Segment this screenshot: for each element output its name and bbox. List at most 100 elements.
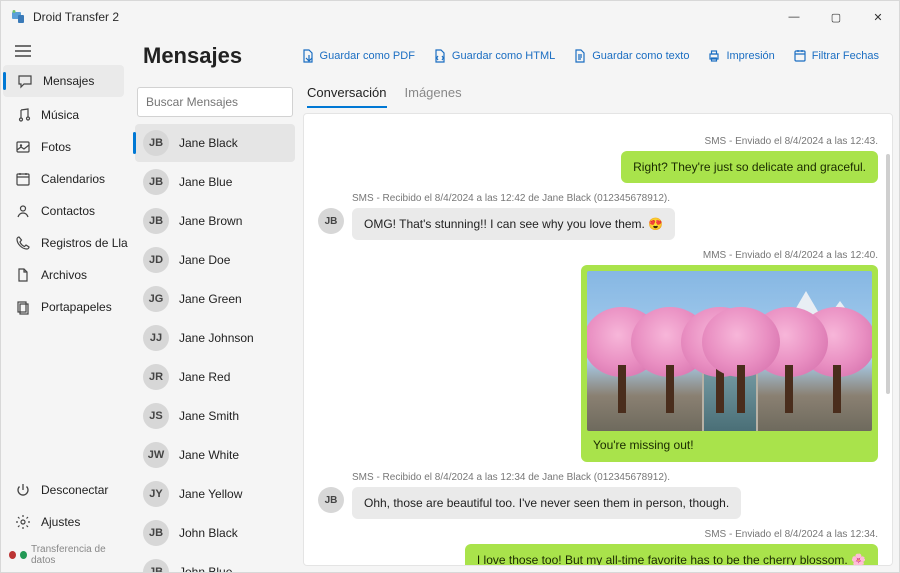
- tabs: Conversación Imágenes: [303, 77, 893, 109]
- message-row: JBOMG! That's stunning!! I can see why y…: [318, 208, 878, 240]
- scrollbar[interactable]: [886, 154, 890, 394]
- status-dot-2: [20, 551, 27, 559]
- message-meta: SMS - Recibido el 8/4/2024 a las 12:34 d…: [352, 472, 878, 483]
- mms-bubble: You're missing out!: [581, 265, 878, 462]
- sidebar-item-label: Contactos: [41, 204, 95, 218]
- window-minimize[interactable]: —: [773, 1, 815, 33]
- contact-item[interactable]: JB John Black: [135, 514, 295, 552]
- contact-name: Jane Johnson: [179, 331, 254, 345]
- avatar: JY: [143, 481, 169, 507]
- sidebar-item-label: Fotos: [41, 140, 71, 154]
- sidebar-item-label: Archivos: [41, 268, 87, 282]
- avatar: JG: [143, 286, 169, 312]
- contact-item[interactable]: JR Jane Red: [135, 358, 295, 396]
- conversation-panel: Conversación Imágenes SMS - Enviado el 8…: [303, 77, 893, 566]
- sidebar-item-label: Calendarios: [41, 172, 105, 186]
- message-meta: SMS - Enviado el 8/4/2024 a las 12:43.: [318, 136, 878, 147]
- mms-caption: You're missing out!: [587, 431, 872, 456]
- sidebar-item-desconectar[interactable]: Desconectar: [1, 474, 128, 506]
- print-icon: [707, 49, 721, 63]
- message-row: JBOhh, those are beautiful too. I've nev…: [318, 487, 878, 519]
- contact-item[interactable]: JBJohn Blue: [135, 553, 295, 572]
- topbar: Mensajes Guardar como PDFGuardar como HT…: [129, 33, 899, 73]
- toolbar-filtrar-fechas[interactable]: Filtrar Fechas: [787, 45, 885, 67]
- contacts-panel: JB Jane Black JB Jane Blue JBJane BrownJDJan…: [129, 73, 299, 572]
- status-row: Transferencia de datos: [1, 538, 128, 572]
- sidebar-item-música[interactable]: Música: [1, 99, 128, 131]
- app-icon: [11, 9, 27, 25]
- html-icon: [433, 49, 447, 63]
- photos-icon: [15, 139, 31, 155]
- toolbar-guardar-como-pdf[interactable]: Guardar como PDF: [295, 45, 421, 67]
- hamburger-icon[interactable]: [1, 39, 128, 63]
- tab-conversation[interactable]: Conversación: [307, 85, 387, 108]
- settings-icon: [15, 514, 31, 530]
- sidebar-item-contactos[interactable]: Contactos: [1, 195, 128, 227]
- contacts-icon: [15, 203, 31, 219]
- sidebar-item-portapapeles[interactable]: Portapapeles: [1, 291, 128, 323]
- message-bubble: Ohh, those are beautiful too. I've never…: [352, 487, 741, 519]
- window-maximize[interactable]: ▢: [815, 1, 857, 33]
- contact-name: Jane Smith: [179, 409, 239, 423]
- contact-item[interactable]: JB Jane Black: [135, 124, 295, 162]
- avatar: JR: [143, 364, 169, 390]
- sidebar-item-fotos[interactable]: Fotos: [1, 131, 128, 163]
- toolbar-impresión[interactable]: Impresión: [701, 45, 780, 67]
- toolbar-button-label: Guardar como HTML: [452, 50, 555, 62]
- sidebar-item-ajustes[interactable]: Ajustes: [1, 506, 128, 538]
- contact-name: John Black: [179, 526, 238, 540]
- sidebar-item-label: Portapapeles: [41, 300, 112, 314]
- avatar: JB: [143, 520, 169, 546]
- search-box: [137, 87, 293, 117]
- contact-item[interactable]: JBJane Brown: [135, 202, 295, 240]
- contact-name: Jane Red: [179, 370, 230, 384]
- text-icon: [573, 49, 587, 63]
- message-meta: MMS - Enviado el 8/4/2024 a las 12:40.: [318, 250, 878, 261]
- contact-item[interactable]: JY Jane Yellow: [135, 475, 295, 513]
- contact-item[interactable]: JWJane White: [135, 436, 295, 474]
- toolbar-guardar-como-texto[interactable]: Guardar como texto: [567, 45, 695, 67]
- avatar: JB: [143, 130, 169, 156]
- contact-name: Jane Black: [179, 136, 238, 150]
- toolbar-guardar-como-html[interactable]: Guardar como HTML: [427, 45, 561, 67]
- search-input[interactable]: [137, 87, 293, 117]
- mms-image[interactable]: [587, 271, 872, 431]
- disconnect-icon: [15, 482, 31, 498]
- contact-item[interactable]: JB Jane Blue: [135, 163, 295, 201]
- avatar: JB: [143, 169, 169, 195]
- avatar: JB: [143, 208, 169, 234]
- contact-name: Jane Yellow: [179, 487, 242, 501]
- sidebar-item-calendarios[interactable]: Calendarios: [1, 163, 128, 195]
- window-close[interactable]: ✕: [857, 1, 899, 33]
- avatar: JJ: [143, 325, 169, 351]
- contact-item[interactable]: JSJane Smith: [135, 397, 295, 435]
- contact-name: Jane Doe: [179, 253, 230, 267]
- conversation-scroll[interactable]: SMS - Enviado el 8/4/2024 a las 12:43. Ri…: [303, 113, 893, 566]
- contact-name: Jane Green: [179, 292, 242, 306]
- sidebar-item-label: Ajustes: [41, 515, 80, 529]
- contact-name: Jane Blue: [179, 175, 232, 189]
- clipboard-icon: [15, 299, 31, 315]
- contact-name: John Blue: [179, 565, 232, 572]
- filter-icon: [793, 49, 807, 63]
- contact-item[interactable]: JJ Jane Johnson: [135, 319, 295, 357]
- contact-item[interactable]: JDJane Doe: [135, 241, 295, 279]
- calendar-icon: [15, 171, 31, 187]
- music-icon: [15, 107, 31, 123]
- sidebar-item-archivos[interactable]: Archivos: [1, 259, 128, 291]
- message-bubble: OMG! That's stunning!! I can see why you…: [352, 208, 675, 240]
- message-bubble: I love those too! But my all-time favori…: [465, 544, 878, 566]
- sidebar-item-mensajes[interactable]: Mensajes: [3, 65, 124, 97]
- contact-item[interactable]: JG Jane Green: [135, 280, 295, 318]
- sidebar-item-registros-de-llam[interactable]: Registros de Llam: [1, 227, 128, 259]
- toolbar-button-label: Guardar como PDF: [320, 50, 415, 62]
- files-icon: [15, 267, 31, 283]
- sidebar-item-label: Música: [41, 108, 79, 122]
- message-row: Right? They're just so delicate and grac…: [318, 151, 878, 183]
- sidebar-item-label: Registros de Llam: [41, 236, 128, 250]
- toolbar-button-label: Impresión: [726, 50, 774, 62]
- tab-images[interactable]: Imágenes: [405, 85, 462, 108]
- message-row: You're missing out!: [318, 265, 878, 462]
- calls-icon: [15, 235, 31, 251]
- toolbar-button-label: Filtrar Fechas: [812, 50, 879, 62]
